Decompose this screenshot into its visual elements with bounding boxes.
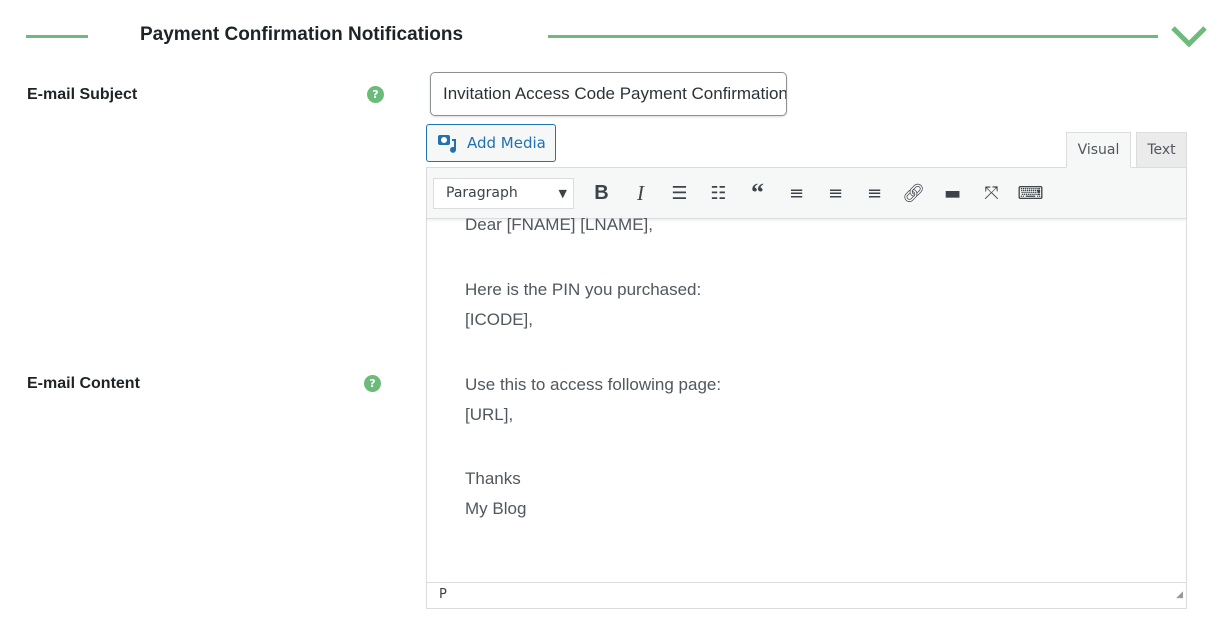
dropdown-arrow-icon: ▼ — [558, 186, 567, 200]
help-icon[interactable]: ? — [364, 375, 381, 392]
blockquote-icon[interactable]: “ — [738, 180, 777, 206]
bold-icon[interactable]: B — [582, 182, 621, 205]
section-title: Payment Confirmation Notifications — [140, 24, 464, 45]
media-icon — [438, 135, 456, 153]
divider-right — [548, 35, 1158, 38]
email-subject-label: E-mail Subject — [27, 86, 138, 103]
link-icon[interactable]: 🔗︎ — [894, 183, 933, 204]
add-media-label: Add Media — [467, 134, 546, 152]
align-center-icon[interactable]: ≡ — [816, 183, 855, 204]
email-subject-input[interactable]: Invitation Access Code Payment Confirmat… — [430, 72, 787, 116]
editor-content[interactable]: Dear [FNAME] [LNAME], Here is the PIN yo… — [465, 210, 721, 524]
element-path[interactable]: P — [439, 587, 447, 602]
content-line: Thanks — [465, 469, 521, 488]
align-right-icon[interactable]: ≡ — [855, 183, 894, 204]
content-line: Use this to access following page: — [465, 375, 722, 394]
editor: Paragraph ▼ B I ☰ ☷ “ ≡ ≡ ≡ 🔗︎ ▬ ⤧ ⌨ Dear… — [426, 167, 1187, 609]
content-line: Dear [FNAME] [LNAME], — [465, 215, 653, 234]
content-line: Here is the PIN you purchased: — [465, 280, 702, 299]
format-select[interactable]: Paragraph ▼ — [433, 177, 574, 209]
content-line: [ICODE], — [465, 310, 534, 329]
chevron-down-icon[interactable] — [1170, 24, 1208, 48]
fullscreen-icon[interactable]: ⤧ — [972, 183, 1011, 204]
status-bar: P ◢ — [427, 582, 1186, 608]
italic-icon[interactable]: I — [621, 181, 660, 206]
help-icon[interactable]: ? — [367, 86, 384, 103]
align-left-icon[interactable]: ≡ — [777, 183, 816, 204]
email-content-label: E-mail Content — [27, 375, 140, 392]
tab-text[interactable]: Text — [1136, 132, 1187, 168]
add-media-button[interactable]: Add Media — [426, 124, 556, 162]
content-line: My Blog — [465, 499, 527, 518]
numbered-list-icon[interactable]: ☷ — [699, 183, 738, 204]
read-more-icon[interactable]: ▬ — [933, 183, 972, 204]
divider-left — [26, 35, 88, 38]
content-line: [URL], — [465, 405, 514, 424]
format-value: Paragraph — [446, 185, 518, 201]
resize-handle-icon[interactable]: ◢ — [1176, 583, 1183, 607]
tab-visual[interactable]: Visual — [1066, 132, 1131, 168]
bulleted-list-icon[interactable]: ☰ — [660, 183, 699, 204]
toolbar-toggle-icon[interactable]: ⌨ — [1011, 183, 1050, 204]
